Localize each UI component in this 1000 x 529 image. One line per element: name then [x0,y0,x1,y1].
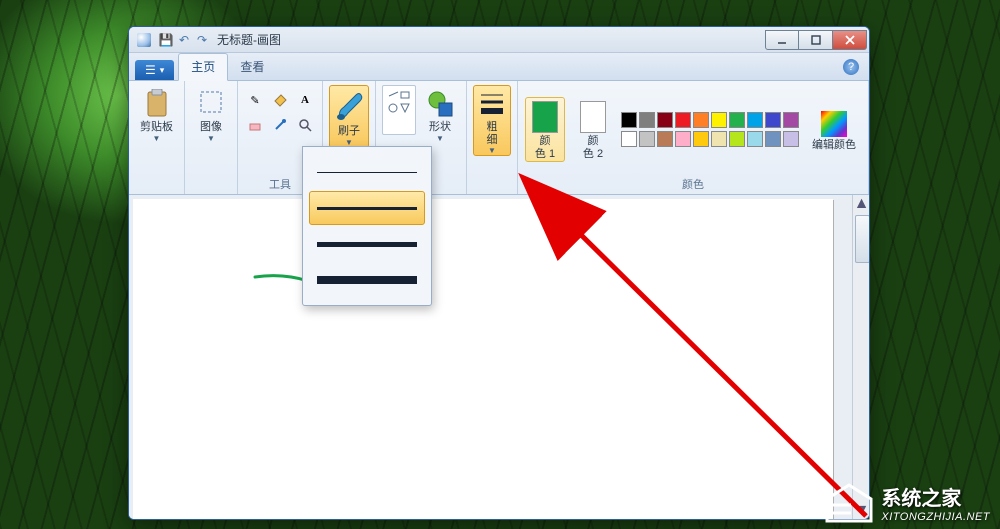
color-palette [621,112,799,147]
edit-colors-button[interactable]: 编辑颜色 [807,107,861,153]
chevron-down-icon: ▼ [488,146,496,155]
redo-icon[interactable]: ↷ [195,33,209,47]
tab-home[interactable]: 主页 [178,53,228,81]
chevron-down-icon: ▼ [436,134,444,143]
paste-button[interactable]: 剪贴板 ▼ [135,85,178,144]
group-image-label [191,190,231,194]
palette-color[interactable] [657,131,673,147]
minimize-button[interactable] [765,30,799,50]
select-button[interactable]: 图像 ▼ [191,85,231,144]
watermark-logo [825,483,873,523]
paint-window: 💾 ↶ ↷ 无标题 - 画图 ☰ 主页 查看 ? [128,26,870,520]
save-icon[interactable]: 💾 [159,33,173,47]
select-label: 图像 [200,121,222,134]
help-icon[interactable]: ? [843,59,859,75]
group-colors: 颜 色 1 颜 色 2 [518,81,869,194]
app-name: 画图 [257,31,281,48]
magnifier-tool[interactable] [294,114,316,136]
canvas-viewport [129,195,852,519]
fill-tool[interactable] [269,89,291,111]
chevron-down-icon: ▼ [153,134,161,143]
workspace: ▲ ▼ [129,195,869,519]
color1-label: 颜 色 1 [535,135,555,160]
palette-color[interactable] [639,112,655,128]
window-buttons [765,30,867,50]
brushes-label: 刷子 [338,125,360,138]
ribbon-tabs: ☰ 主页 查看 ? [129,53,869,81]
watermark-text: 系统之家 [881,482,990,511]
thickness-option-3px[interactable] [309,191,425,225]
chevron-down-icon: ▼ [207,134,215,143]
eraser-tool[interactable] [244,114,266,136]
palette-color[interactable] [783,131,799,147]
palette-color[interactable] [711,112,727,128]
palette-color[interactable] [711,131,727,147]
size-button[interactable]: 粗 细 ▼ [473,85,511,156]
palette-color[interactable] [783,112,799,128]
quick-access-toolbar: 💾 ↶ ↷ [159,33,209,47]
palette-color[interactable] [639,131,655,147]
edit-colors-label: 编辑颜色 [812,139,856,152]
brushes-button[interactable]: 刷子 ▼ [329,85,369,148]
text-tool[interactable]: A [294,89,316,111]
group-clipboard-label [135,190,178,194]
group-clipboard: 剪贴板 ▼ [129,81,185,194]
titlebar: 💾 ↶ ↷ 无标题 - 画图 [129,27,869,53]
palette-color[interactable] [657,112,673,128]
watermark: 系统之家 XITONGZHIJIA.NET [825,482,990,523]
ribbon: 剪贴板 ▼ 图像 ▼ ✎ A [129,81,869,195]
doc-title: 无标题 [217,31,253,48]
vertical-scrollbar[interactable]: ▲ ▼ [852,195,869,519]
group-size-label [473,190,511,194]
palette-color[interactable] [729,112,745,128]
tab-view[interactable]: 查看 [228,54,276,80]
scroll-up-icon[interactable]: ▲ [853,195,870,212]
watermark-url: XITONGZHIJIA.NET [881,511,990,523]
undo-icon[interactable]: ↶ [177,33,191,47]
shapes-button[interactable]: 形状 ▼ [420,85,460,144]
shapes-label: 形状 [429,121,451,134]
palette-color[interactable] [621,112,637,128]
group-size: 粗 细 ▼ [467,81,518,194]
thickness-dropdown [302,146,432,306]
color2-label: 颜 色 2 [583,135,603,160]
group-colors-label: 颜色 [524,174,862,194]
color2-button[interactable]: 颜 色 2 [573,97,613,161]
palette-color[interactable] [747,131,763,147]
picker-tool[interactable] [269,114,291,136]
maximize-button[interactable] [799,30,833,50]
thickness-option-5px[interactable] [309,227,425,261]
palette-color[interactable] [765,131,781,147]
color1-button[interactable]: 颜 色 1 [525,97,565,161]
close-button[interactable] [833,30,867,50]
palette-color[interactable] [675,112,691,128]
palette-color[interactable] [729,131,745,147]
palette-color[interactable] [765,112,781,128]
color2-swatch [580,101,606,133]
size-label: 粗 细 [487,121,498,146]
shapes-gallery[interactable] [382,85,416,135]
palette-color[interactable] [675,131,691,147]
palette-color[interactable] [693,112,709,128]
canvas[interactable] [133,199,833,519]
group-image: 图像 ▼ [185,81,238,194]
color1-swatch [532,101,558,133]
app-icon [137,33,151,47]
file-menu-button[interactable]: ☰ [135,60,174,80]
palette-color[interactable] [621,131,637,147]
file-menu-icon: ☰ [145,63,156,77]
pencil-tool[interactable]: ✎ [244,89,266,111]
paste-label: 剪贴板 [140,121,173,134]
thickness-option-1px[interactable] [309,155,425,189]
thickness-option-8px[interactable] [309,263,425,297]
palette-color[interactable] [693,131,709,147]
palette-color[interactable] [747,112,763,128]
